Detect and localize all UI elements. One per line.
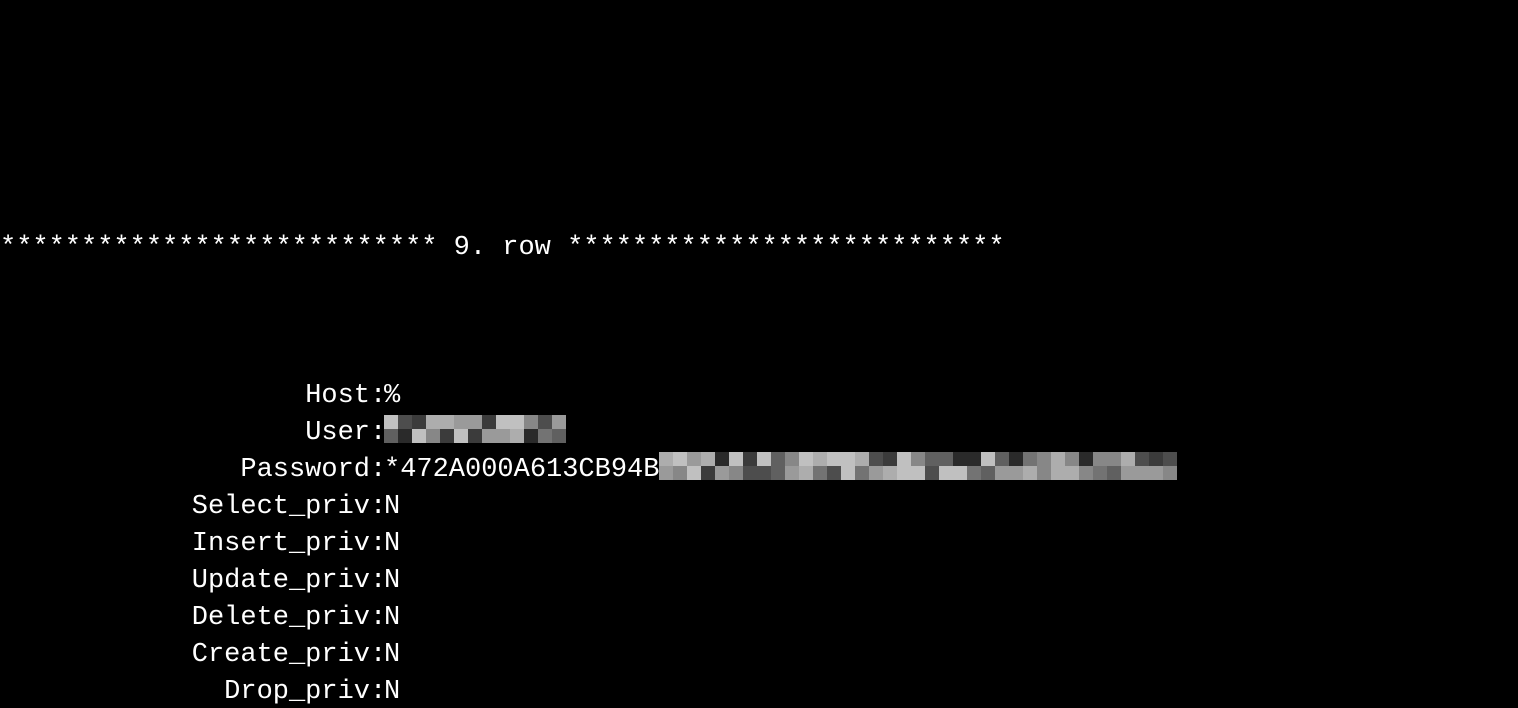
field-label: Select_priv	[0, 489, 370, 526]
field-row: Select_priv: N	[0, 489, 1518, 526]
field-label: Update_priv	[0, 563, 370, 600]
field-value: N	[384, 563, 400, 600]
colon-separator: :	[370, 563, 384, 600]
field-value: N	[384, 600, 400, 637]
colon-separator: :	[370, 637, 384, 674]
field-value: *472A000A613CB94B	[384, 452, 659, 489]
colon-separator: :	[370, 415, 384, 452]
row-separator-line: *************************** 9. row *****…	[0, 230, 1518, 267]
colon-separator: :	[370, 600, 384, 637]
partial-top-line: password_expired: N	[0, 111, 1518, 119]
field-row: Password: *472A000A613CB94B	[0, 452, 1518, 489]
redacted-region	[384, 415, 566, 452]
field-row: Create_priv: N	[0, 637, 1518, 674]
field-label: Insert_priv	[0, 526, 370, 563]
field-label: Create_priv	[0, 637, 370, 674]
field-row: User:	[0, 415, 1518, 452]
terminal-output[interactable]: password_expired: N ********************…	[0, 0, 1518, 708]
field-label: Delete_priv	[0, 600, 370, 637]
field-row: Host: %	[0, 378, 1518, 415]
row-separator-text: *************************** 9. row *****…	[0, 230, 1005, 267]
colon-separator: :	[370, 452, 384, 489]
field-value: %	[384, 378, 400, 415]
field-value: N	[384, 489, 400, 526]
field-row: Delete_priv: N	[0, 600, 1518, 637]
field-value: N	[384, 674, 400, 708]
field-row: Update_priv: N	[0, 563, 1518, 600]
field-row: Drop_priv: N	[0, 674, 1518, 708]
colon-separator: :	[370, 378, 384, 415]
field-row: Insert_priv: N	[0, 526, 1518, 563]
redacted-region	[659, 452, 1177, 489]
colon-separator: :	[370, 526, 384, 563]
field-label: Password	[0, 452, 370, 489]
field-label: Drop_priv	[0, 674, 370, 708]
field-value: N	[384, 526, 400, 563]
field-label: Host	[0, 378, 370, 415]
colon-separator: :	[370, 489, 384, 526]
colon-separator: :	[370, 674, 384, 708]
field-value: N	[384, 637, 400, 674]
field-label: User	[0, 415, 370, 452]
